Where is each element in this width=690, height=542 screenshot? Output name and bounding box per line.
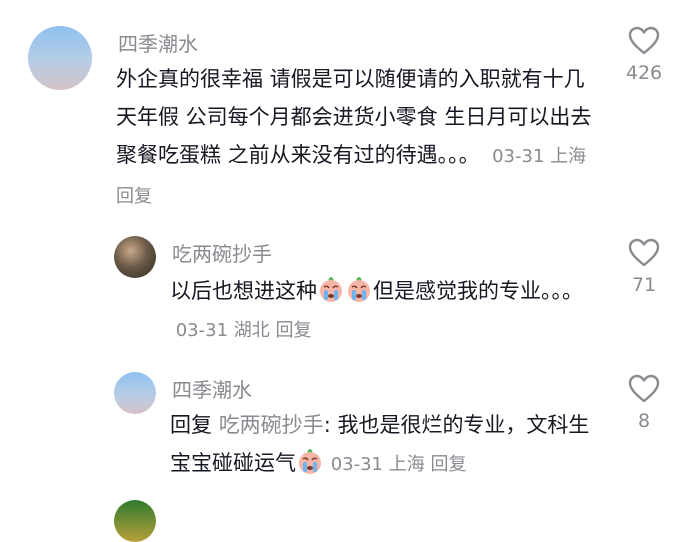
like-button[interactable]: 71 — [614, 238, 674, 296]
avatar[interactable] — [28, 26, 92, 90]
crying-emoji-icon — [318, 276, 344, 303]
avatar[interactable] — [114, 372, 156, 414]
comment-location: 上海 — [388, 454, 425, 475]
reply-item: 四季潮水 回复 吃两碗抄手: 我也是很烂的专业，文科生 宝宝碰碰运气 03-31… — [0, 360, 690, 500]
comment-meta: 03-31 上海 回复 — [331, 454, 467, 475]
heart-outline-icon — [628, 374, 660, 403]
like-button[interactable]: 426 — [614, 26, 674, 84]
like-button[interactable]: 8 — [614, 374, 674, 432]
like-count: 71 — [631, 274, 657, 296]
heart-outline-icon — [628, 26, 660, 55]
comment-username[interactable]: 吃两碗抄手 — [172, 238, 272, 267]
comment-meta: 03-31 湖北 回复 — [170, 320, 312, 341]
comment-text: 以后也想进这种 但是感觉我的专业。。。 03-31 湖北 回复 — [170, 272, 590, 350]
reply-button[interactable]: 回复 — [276, 320, 312, 341]
comment-date: 03-31 — [330, 454, 383, 475]
comment-username[interactable]: 四季潮水 — [172, 374, 252, 403]
comment-text: 回复 吃两碗抄手: 我也是很烂的专业，文科生 宝宝碰碰运气 03-31 上海 回… — [170, 406, 600, 484]
crying-emoji-icon — [346, 276, 372, 303]
avatar[interactable] — [114, 236, 156, 278]
comment-date: 03-31 — [175, 320, 229, 341]
reply-button[interactable]: 回复 — [116, 186, 152, 207]
mention-link[interactable]: 吃两碗抄手 — [219, 413, 324, 437]
reply-prefix: 回复 — [170, 413, 212, 437]
comment-location: 上海 — [550, 146, 587, 167]
reply-item: 吃两碗抄手 以后也想进这种 但是感觉我的专业。。。 03-31 湖北 回复 71 — [0, 220, 690, 360]
comment-item: 四季潮水 外企真的很幸福 请假是可以随便请的入职就有十几天年假 公司每个月都会进… — [0, 0, 690, 220]
comment-date: 03-31 — [492, 146, 545, 167]
comment-body-end: 但是感觉我的专业。。。 — [373, 279, 583, 303]
comment-location: 湖北 — [233, 320, 270, 341]
comment-text: 外企真的很幸福 请假是可以随便请的入职就有十几天年假 公司每个月都会进货小零食 … — [116, 60, 594, 216]
heart-outline-icon — [628, 238, 660, 267]
like-count: 8 — [637, 410, 651, 432]
crying-emoji-icon — [297, 448, 323, 475]
reply-button[interactable]: 回复 — [430, 454, 466, 475]
avatar[interactable] — [114, 500, 156, 542]
like-count: 426 — [625, 62, 663, 84]
comment-body-start: 以后也想进这种 — [170, 279, 317, 303]
comment-username[interactable]: 四季潮水 — [118, 28, 198, 57]
